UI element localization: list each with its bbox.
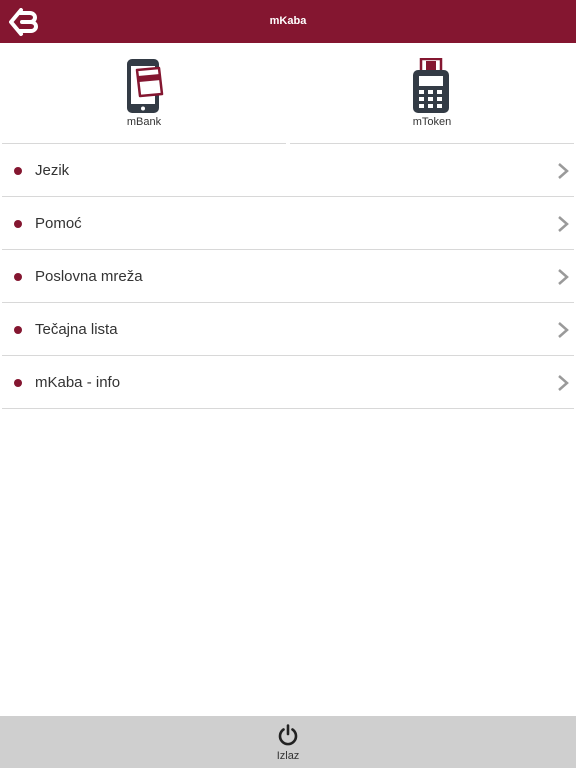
menu-item-label: Poslovna mreža bbox=[35, 268, 143, 285]
mobile-phone-card-icon bbox=[127, 59, 164, 113]
menu-item-poslovna-mreza[interactable]: Poslovna mreža bbox=[2, 250, 574, 303]
menu-item-jezik[interactable]: Jezik bbox=[2, 144, 574, 197]
chevron-right-icon bbox=[558, 216, 569, 232]
token-device-icon bbox=[413, 58, 449, 113]
bottom-bar: Izlaz bbox=[0, 716, 576, 768]
menu-item-pomoc[interactable]: Pomoć bbox=[2, 197, 574, 250]
bullet-icon bbox=[14, 220, 22, 228]
mtoken-label: mToken bbox=[412, 116, 452, 128]
chevron-right-icon bbox=[558, 322, 569, 338]
main-menu: Jezik Pomoć Poslovna mreža Tečajna lista… bbox=[2, 144, 574, 409]
bullet-icon bbox=[14, 167, 22, 175]
app-header: mKaba bbox=[0, 0, 576, 43]
page-title: mKaba bbox=[269, 15, 307, 27]
mbank-label: mBank bbox=[126, 116, 162, 128]
exit-label: Izlaz bbox=[276, 750, 300, 762]
menu-item-mkaba-info[interactable]: mKaba - info bbox=[2, 356, 574, 409]
bullet-icon bbox=[14, 273, 22, 281]
bullet-icon bbox=[14, 326, 22, 334]
mbank-tile[interactable]: mBank bbox=[2, 43, 286, 144]
chevron-right-icon bbox=[558, 269, 569, 285]
menu-item-label: Tečajna lista bbox=[35, 321, 118, 338]
power-icon bbox=[278, 724, 298, 746]
menu-item-label: Pomoć bbox=[35, 215, 82, 232]
menu-item-tecajna-lista[interactable]: Tečajna lista bbox=[2, 303, 574, 356]
chevron-right-icon bbox=[558, 163, 569, 179]
exit-button[interactable]: Izlaz bbox=[258, 720, 318, 766]
quick-access-tiles: mBank mToken bbox=[0, 43, 576, 145]
menu-item-label: mKaba - info bbox=[35, 374, 121, 391]
bullet-icon bbox=[14, 379, 22, 387]
menu-item-label: Jezik bbox=[35, 162, 70, 179]
mtoken-tile[interactable]: mToken bbox=[290, 43, 574, 144]
chevron-right-icon bbox=[558, 375, 569, 391]
